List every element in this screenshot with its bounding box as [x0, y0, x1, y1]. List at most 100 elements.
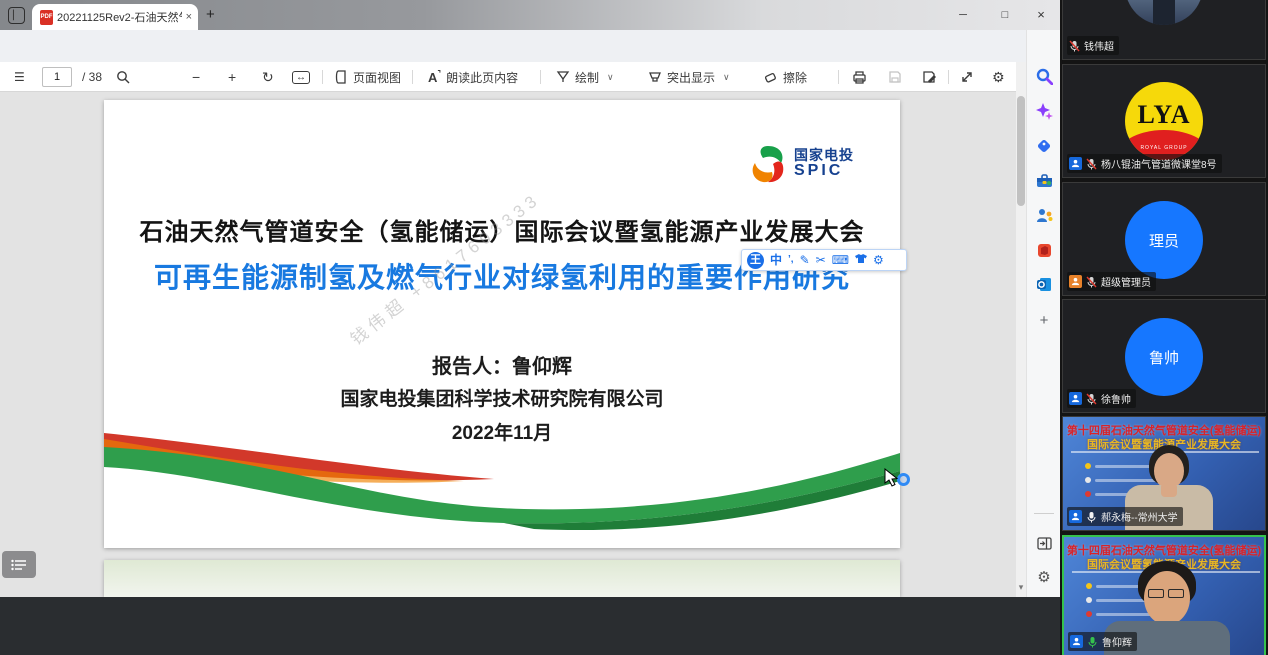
ime-toolbar[interactable]: 王 中 ’, ✎ ✂ ⌨ ⚙: [741, 249, 907, 271]
participant-tile[interactable]: 钱伟超: [1062, 0, 1266, 60]
search-document-icon[interactable]: [116, 62, 130, 92]
mouse-cursor: [884, 468, 900, 488]
browser-window: ▏ PDF 20221125Rev2-石油天然气管道安 × + ─ □ × ← …: [0, 0, 1060, 597]
draw-chevron-icon: ∨: [607, 72, 614, 83]
participant-tile-video[interactable]: 第十四届石油天然气管道安全(氢能储运) 国际会议暨氢能源产业发展大会 郝永梅--…: [1062, 416, 1266, 531]
pdf-toolbar: ☰ / 38 − + ↻ ↔ 页面视图 A⌝ 朗读此页内容 绘制: [0, 62, 1016, 92]
new-tab-button[interactable]: +: [206, 6, 215, 23]
pdf-favicon: PDF: [40, 10, 53, 25]
browser-tab[interactable]: PDF 20221125Rev2-石油天然气管道安 ×: [32, 4, 198, 30]
pdf-viewport[interactable]: 国家电投 SPIC 石油天然气管道安全（氢能储运）国际会议暨氢能源产业发展大会 …: [0, 92, 1016, 597]
read-aloud-button[interactable]: A⌝ 朗读此页内容: [428, 62, 518, 92]
participant-tile[interactable]: LYA ROYAL GROUP 杨八锟油气管道微课堂8号: [1062, 64, 1266, 178]
person-badge-icon: [1069, 157, 1082, 170]
sidebar-divider: [1034, 513, 1054, 514]
scroll-down-arrow[interactable]: ▾: [1016, 582, 1026, 593]
screen: ▏ PDF 20221125Rev2-石油天然气管道安 × + ─ □ × ← …: [0, 0, 1268, 655]
meeting-panel: 钱伟超 LYA ROYAL GROUP 杨八锟油气管道微课堂8号 理员 超级管理…: [1060, 0, 1268, 655]
lya-logo-subtext: ROYAL GROUP: [1125, 145, 1203, 151]
ime-keyboard-icon[interactable]: ⌨: [832, 250, 849, 270]
pdf-scrollbar[interactable]: ▾: [1016, 62, 1026, 597]
mic-muted-icon: [1086, 393, 1097, 405]
ime-screenshot-icon[interactable]: ✂: [816, 250, 826, 270]
edge-sidebar: + ⚙: [1026, 30, 1060, 597]
background-window: [0, 597, 1060, 655]
person-badge-icon: [1069, 510, 1082, 523]
open-sidebar-icon[interactable]: [1027, 535, 1061, 553]
participant-nametag: 郝永梅--常州大学: [1067, 507, 1183, 526]
participant-nametag: 徐鲁帅: [1067, 389, 1136, 408]
scrollbar-thumb[interactable]: [1017, 96, 1025, 206]
maximize-button[interactable]: □: [990, 7, 1020, 24]
slide-wave-graphic: [104, 425, 900, 548]
mic-muted-icon: [1086, 158, 1097, 170]
host-badge-icon: [1069, 275, 1082, 288]
logo-text-cn: 国家电投: [794, 148, 854, 163]
participant-tile[interactable]: 理员 超级管理员: [1062, 182, 1266, 296]
print-icon[interactable]: [852, 62, 867, 92]
pdf-settings-icon[interactable]: ⚙: [992, 62, 1005, 92]
ime-settings-icon[interactable]: ⚙: [873, 250, 884, 270]
save-as-icon[interactable]: [922, 62, 937, 92]
slide-organization: 国家电投集团科学技术研究院有限公司: [104, 384, 900, 411]
ime-punct-toggle[interactable]: ’,: [788, 250, 794, 270]
person-badge-icon: [1069, 392, 1082, 405]
sidebar-outlook-icon[interactable]: [1027, 276, 1061, 294]
participant-name: 钱伟超: [1084, 38, 1114, 53]
fullscreen-icon[interactable]: [960, 62, 974, 92]
participant-photo-avatar: [1125, 0, 1203, 25]
ime-logo-icon[interactable]: 王: [747, 252, 764, 269]
ime-skin-icon[interactable]: [855, 250, 867, 270]
participant-name: 超级管理员: [1101, 274, 1151, 289]
mic-on-icon: [1086, 511, 1097, 523]
participant-avatar: 理员: [1125, 201, 1203, 279]
fit-width-icon[interactable]: ↔: [292, 62, 310, 92]
erase-button[interactable]: 擦除: [764, 62, 807, 92]
participant-tile-video-active[interactable]: 第十四届石油天然气管道安全(氢能储运) 国际会议暨氢能源产业发展大会 鲁仰辉: [1062, 535, 1266, 655]
participant-avatar: 鲁帅: [1125, 318, 1203, 396]
draw-button[interactable]: 绘制 ∨: [556, 62, 614, 92]
ime-handwrite-icon[interactable]: ✎: [800, 250, 810, 270]
participant-name: 杨八锟油气管道微课堂8号: [1101, 156, 1217, 171]
participant-nametag: 钱伟超: [1067, 36, 1119, 55]
page-number-input[interactable]: [42, 67, 72, 87]
minimize-button[interactable]: ─: [948, 7, 978, 24]
page-view-button[interactable]: 页面视图: [334, 62, 401, 92]
participant-tile[interactable]: 鲁帅 徐鲁帅: [1062, 299, 1266, 413]
spic-logo: 国家电投 SPIC: [748, 144, 854, 184]
sidebar-search-icon[interactable]: [1027, 68, 1061, 86]
toc-float-button[interactable]: [2, 551, 36, 578]
sidebar-office-icon[interactable]: [1027, 242, 1061, 260]
toc-icon[interactable]: ☰: [14, 62, 25, 92]
participant-name: 徐鲁帅: [1101, 391, 1131, 406]
mic-speaking-icon: [1087, 636, 1098, 648]
zoom-in-icon[interactable]: +: [228, 62, 236, 92]
highlight-button[interactable]: 突出显示 ∨: [648, 62, 730, 92]
person-badge-icon: [1070, 635, 1083, 648]
sidebar-games-icon[interactable]: [1027, 207, 1061, 225]
close-window-button[interactable]: ×: [1026, 7, 1056, 24]
zoom-out-icon[interactable]: −: [192, 62, 200, 92]
sidebar-toolbox-icon[interactable]: [1027, 172, 1061, 190]
sidebar-copilot-icon[interactable]: [1027, 103, 1061, 121]
save-icon[interactable]: [888, 62, 902, 92]
participant-name: 郝永梅--常州大学: [1101, 509, 1178, 524]
tab-title: 20221125Rev2-石油天然气管道安: [57, 9, 182, 25]
participant-nametag: 杨八锟油气管道微课堂8号: [1067, 154, 1222, 173]
sidebar-add-icon[interactable]: +: [1027, 312, 1061, 329]
logo-text-en: SPIC: [794, 163, 854, 180]
tab-strip: ▏ PDF 20221125Rev2-石油天然气管道安 × + ─ □ ×: [0, 0, 1060, 30]
tab-actions-icon[interactable]: ▏: [8, 7, 25, 24]
participant-name: 鲁仰辉: [1102, 634, 1132, 649]
address-bar-row: ← ↻ ⓘ 文件 | D:/鲁仰辉/工作/2022/讲课/20221125Rev…: [0, 30, 1060, 62]
sidebar-shopping-icon[interactable]: [1027, 137, 1061, 155]
page-total-label: / 38: [82, 62, 102, 92]
pdf-page-1: 国家电投 SPIC 石油天然气管道安全（氢能储运）国际会议暨氢能源产业发展大会 …: [104, 100, 900, 548]
rotate-icon[interactable]: ↻: [262, 62, 274, 92]
ime-mode-toggle[interactable]: 中: [770, 250, 782, 270]
lya-logo-text: LYA: [1125, 82, 1203, 148]
sidebar-settings-icon[interactable]: ⚙: [1027, 568, 1061, 586]
highlight-chevron-icon: ∨: [723, 72, 730, 83]
close-tab-icon[interactable]: ×: [186, 11, 192, 23]
spic-logo-swirl: [748, 144, 788, 184]
